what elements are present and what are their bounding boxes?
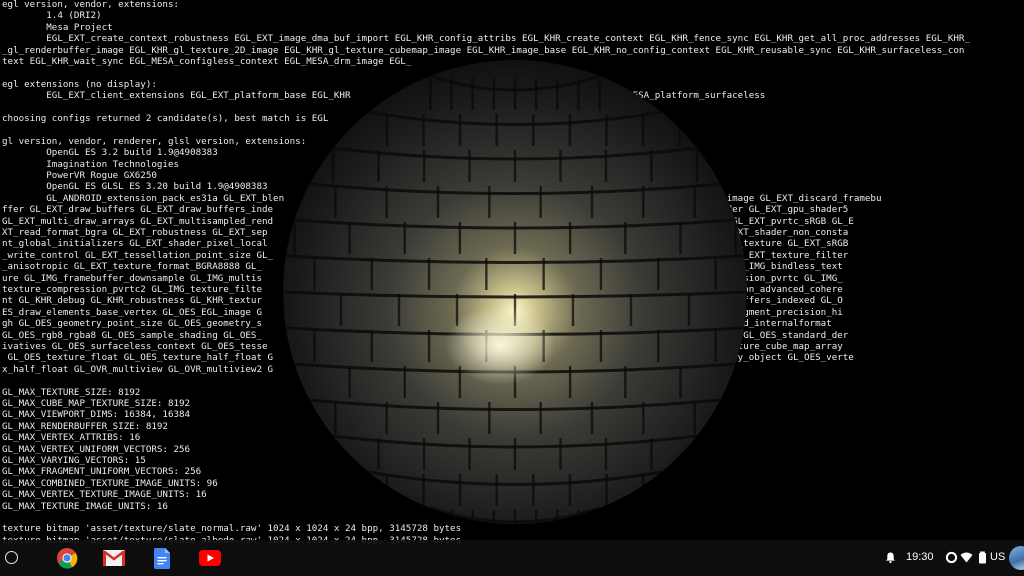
terminal-line: GL_MAX_VIEWPORT_DIMS: 16384, 16384 — [2, 409, 191, 421]
terminal-line: _anisotropic GL_EXT_texture_format_BGRA8… — [2, 261, 843, 273]
terminal-line: OpenGL ES GLSL ES 3.20 build 1.9@4908383 — [2, 181, 268, 193]
terminal-line: ES_draw_elements_base_vertex GL_OES_EGL_… — [2, 306, 843, 318]
terminal-line: nt GL_KHR_debug GL_KHR_robustness GL_KHR… — [2, 295, 843, 307]
terminal-line: GL_MAX_TEXTURE_IMAGE_UNITS: 16 — [2, 500, 168, 512]
terminal-line: gh GL_OES_geometry_point_size GL_OES_geo… — [2, 318, 832, 330]
battery-icon — [979, 551, 986, 564]
terminal-line: GL_MAX_FRAGMENT_UNIFORM_VECTORS: 256 — [2, 466, 202, 478]
terminal-line: ure GL_IMG_framebuffer_downsample GL_IMG… — [2, 272, 843, 284]
terminal-line: GL_MAX_COMBINED_TEXTURE_IMAGE_UNITS: 96 — [2, 477, 218, 489]
terminal-line: GL_EXT_multi_draw_arrays GL_EXT_multisam… — [2, 215, 854, 227]
status-area[interactable]: 19:30 US — [874, 540, 1024, 576]
terminal-line: GL_MAX_VERTEX_UNIFORM_VECTORS: 256 — [2, 443, 191, 455]
terminal-line: 1.4 (DRI2) — [2, 10, 102, 22]
terminal-line: GL_MAX_VARYING_VECTORS: 15 — [2, 455, 146, 466]
wifi-icon — [960, 552, 973, 563]
terminal-line: GL_MAX_VERTEX_TEXTURE_IMAGE_UNITS: 16 — [2, 489, 207, 501]
terminal-line: Mesa Project — [2, 21, 113, 33]
chrome-icon[interactable] — [54, 546, 80, 570]
terminal-line: choosing configs returned 2 candidate(s)… — [2, 113, 329, 124]
launcher-button[interactable] — [5, 551, 18, 564]
terminal-line: gl version, vendor, renderer, glsl versi… — [2, 135, 307, 147]
terminal-line: x_half_float GL_OVR_multiview GL_OVR_mul… — [2, 363, 274, 375]
terminal-line: egl version, vendor, extensions: — [2, 0, 180, 10]
terminal-line: GL_MAX_TEXTURE_SIZE: 8192 — [2, 386, 141, 398]
gmail-icon[interactable] — [101, 546, 127, 570]
terminal-line: texture_compression_pvrtc2 GL_IMG_textur… — [2, 284, 843, 295]
terminal-line: text EGL_KHR_wait_sync EGL_MESA_configle… — [2, 56, 412, 67]
terminal-line: ffer GL_EXT_draw_buffers GL_EXT_draw_buf… — [2, 204, 849, 216]
input-method-indicator: US — [990, 551, 1006, 563]
terminal-line: _write_control GL_EXT_tessellation_point… — [2, 249, 849, 261]
avatar[interactable] — [1009, 546, 1024, 570]
terminal-line: Imagination Technologies — [2, 158, 180, 170]
terminal-output: egl version, vendor, extensions: 1.4 (DR… — [0, 0, 1024, 548]
clock: 19:30 — [906, 551, 934, 563]
terminal-line: GL_MAX_VERTEX_ATTRIBS: 16 — [2, 432, 141, 444]
terminal-line: GL_OES_rgb8_rgba8 GL_OES_sample_shading … — [2, 329, 849, 341]
terminal-line: XT_read_format_bgra GL_EXT_robustness GL… — [2, 227, 849, 238]
terminal-line: OpenGL ES 3.2 build 1.9@4908383 — [2, 147, 218, 159]
docs-icon[interactable] — [149, 546, 175, 570]
terminal-line: GL_ANDROID_extension_pack_es31a GL_EXT_b… — [2, 192, 882, 204]
terminal-line: GL_MAX_CUBE_MAP_TEXTURE_SIZE: 8192 — [2, 398, 191, 409]
notification-bell-icon — [886, 552, 895, 564]
youtube-icon[interactable] — [197, 546, 223, 570]
terminal-line: texture bitmap 'asset/texture/slate_norm… — [2, 523, 462, 535]
terminal-line: EGL_EXT_client_extensions EGL_EXT_platfo… — [2, 90, 766, 102]
terminal-line: GL_MAX_RENDERBUFFER_SIZE: 8192 — [2, 420, 168, 432]
terminal-line: EGL_EXT_create_context_robustness EGL_EX… — [2, 33, 970, 45]
network-icon — [945, 551, 958, 564]
system-shelf: 19:30 US — [0, 540, 1024, 576]
terminal-line: GL_OES_texture_float GL_OES_texture_half… — [2, 352, 854, 364]
terminal-line: egl extensions (no display): — [2, 78, 157, 90]
terminal-line: _gl_renderbuffer_image EGL_KHR_gl_textur… — [2, 44, 965, 56]
terminal-line: PowerVR Rogue GX6250 — [2, 170, 157, 181]
terminal-line: ivatives GL_OES_surfaceless_context GL_O… — [2, 341, 843, 352]
terminal-line: nt_global_initializers GL_EXT_shader_pix… — [2, 238, 849, 250]
